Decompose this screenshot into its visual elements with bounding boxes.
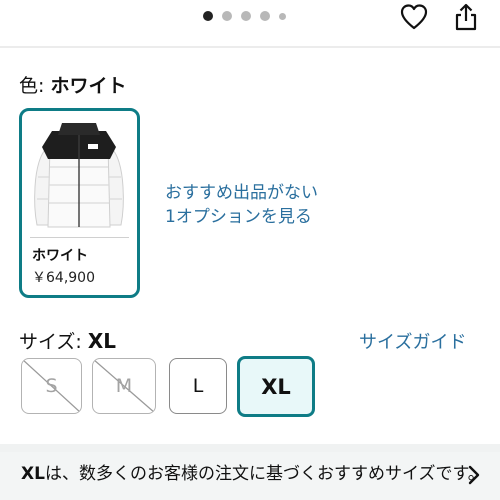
pager-dot[interactable] [222, 11, 232, 21]
size-guide-link[interactable]: サイズガイド [359, 328, 466, 354]
pager-dot[interactable] [260, 11, 270, 21]
size-option-label: S [45, 375, 58, 397]
divider [0, 444, 500, 452]
size-recommendation-text: XLは、数多くのお客様の注文に基づくおすすめサイズです。 [21, 462, 485, 486]
top-bar [0, 0, 500, 46]
share-icon[interactable] [451, 2, 481, 32]
pager-dot[interactable] [203, 11, 213, 21]
white-puffer-jacket-image [34, 123, 124, 228]
size-option-label: XL [261, 374, 291, 399]
size-option-s[interactable]: S [21, 358, 82, 414]
size-value: XL [87, 329, 117, 353]
divider [0, 46, 500, 48]
color-value: ホワイト [50, 75, 127, 97]
color-label-prefix: 色: [19, 75, 51, 97]
size-recommendation-banner[interactable]: XLは、数多くのお客様の注文に基づくおすすめサイズです。 [0, 452, 500, 500]
color-label: 色: ホワイト [19, 74, 126, 98]
offer-link-line1: おすすめ出品がない [165, 183, 318, 203]
chevron-right-icon[interactable] [466, 464, 482, 486]
size-option-l[interactable]: L [169, 358, 227, 414]
color-swatch-white[interactable]: ホワイト ￥64,900 [19, 108, 140, 298]
image-pager-dots [203, 11, 286, 21]
heart-icon[interactable] [399, 2, 429, 32]
size-label-prefix: サイズ: [19, 331, 88, 353]
recommended-size: XL [21, 464, 45, 484]
size-option-xl[interactable]: XL [237, 356, 315, 417]
size-option-label: M [115, 375, 133, 397]
recommendation-message: は、数多くのお客様の注文に基づくおすすめサイズです。 [44, 464, 485, 484]
size-label: サイズ: XL [19, 329, 116, 354]
see-other-offers-link[interactable]: おすすめ出品がない 1オプションを見る [165, 181, 318, 229]
size-option-label: L [192, 375, 204, 397]
swatch-price: ￥64,900 [32, 270, 95, 286]
swatch-color-name: ホワイト [32, 248, 88, 264]
size-option-m[interactable]: M [92, 358, 156, 414]
pager-dot[interactable] [241, 11, 251, 21]
pager-dot[interactable] [279, 12, 286, 20]
divider [30, 237, 129, 238]
offer-link-line2: 1オプションを見る [165, 207, 312, 227]
